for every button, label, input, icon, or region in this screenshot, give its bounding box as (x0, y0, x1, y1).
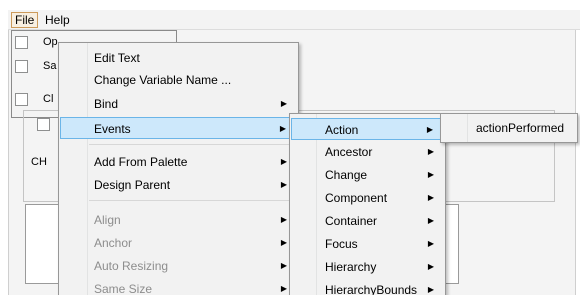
menu-item-ancestor[interactable]: Ancestor ▶ (291, 141, 444, 163)
submenu-arrow-icon: ▶ (279, 124, 286, 133)
menu-item-label: Change (325, 168, 368, 182)
menu-item-container[interactable]: Container ▶ (291, 210, 444, 232)
menu-item-edit-text[interactable]: Edit Text (60, 47, 297, 69)
menu-item-label: Component (325, 191, 388, 205)
menu-item-label: Anchor (94, 236, 133, 250)
submenu-arrow-icon: ▶ (427, 193, 434, 202)
submenu-arrow-icon: ▶ (427, 170, 434, 179)
menu-item-label: Auto Resizing (94, 259, 169, 273)
menu-item-label: Design Parent (94, 178, 171, 192)
events-submenu: Action ▶ Ancestor ▶ Change ▶ Component ▶… (289, 113, 446, 295)
menu-item-align[interactable]: Align ▶ (60, 209, 297, 231)
menu-item-hierarchybounds[interactable]: HierarchyBounds ▶ (291, 279, 444, 295)
menu-item-label: Hierarchy (325, 260, 377, 274)
submenu-arrow-icon: ▶ (427, 147, 434, 156)
menu-separator (89, 144, 296, 145)
menu-item-label: HierarchyBounds (325, 283, 418, 295)
menu-item-hierarchy[interactable]: Hierarchy ▶ (291, 256, 444, 278)
menu-item-actionperformed[interactable]: actionPerformed (442, 117, 576, 139)
menu-item-label: Edit Text (94, 51, 140, 65)
submenu-arrow-icon: ▶ (427, 262, 434, 271)
menu-separator (89, 200, 296, 201)
menu-item-label: Same Size (94, 282, 153, 295)
menu-item-design-parent[interactable]: Design Parent ▶ (60, 174, 297, 196)
menu-item-same-size[interactable]: Same Size ▶ (60, 278, 297, 295)
submenu-arrow-icon: ▶ (426, 125, 433, 134)
submenu-arrow-icon: ▶ (280, 99, 287, 108)
menu-item-label: Focus (325, 237, 358, 251)
submenu-arrow-icon: ▶ (280, 215, 287, 224)
submenu-arrow-icon: ▶ (427, 239, 434, 248)
open-checkbox[interactable] (15, 36, 28, 49)
submenu-arrow-icon: ▶ (427, 216, 434, 225)
menu-item-label: Add From Palette (94, 155, 188, 169)
menu-item-label: Change Variable Name ... (94, 73, 232, 87)
action-submenu: actionPerformed (440, 113, 578, 143)
ide-window: File Help Op Sa Cl CH Edit Text Change V… (0, 0, 580, 295)
ch-label: CH (31, 156, 47, 168)
submenu-arrow-icon: ▶ (280, 238, 287, 247)
submenu-arrow-icon: ▶ (280, 284, 287, 293)
menu-item-anchor[interactable]: Anchor ▶ (60, 232, 297, 254)
menu-item-label: Events (94, 122, 131, 136)
menu-item-action[interactable]: Action ▶ (291, 118, 444, 140)
save-label: Sa (43, 60, 57, 72)
submenu-arrow-icon: ▶ (280, 261, 287, 270)
menu-item-auto-resizing[interactable]: Auto Resizing ▶ (60, 255, 297, 277)
menu-item-add-from-palette[interactable]: Add From Palette ▶ (60, 151, 297, 173)
context-menu: Edit Text Change Variable Name ... Bind … (58, 42, 299, 295)
menu-item-label: Action (325, 123, 359, 137)
submenu-arrow-icon: ▶ (427, 285, 434, 294)
save-checkbox[interactable] (15, 60, 28, 73)
menu-item-focus[interactable]: Focus ▶ (291, 233, 444, 255)
menu-item-events[interactable]: Events ▶ (60, 117, 297, 139)
submenu-arrow-icon: ▶ (280, 180, 287, 189)
file-menu[interactable]: File (11, 12, 39, 28)
menu-item-change-variable-name[interactable]: Change Variable Name ... (60, 69, 297, 91)
menu-item-label: Container (325, 214, 378, 228)
menu-item-label: Ancestor (325, 145, 373, 159)
menu-item-change[interactable]: Change ▶ (291, 164, 444, 186)
help-menu[interactable]: Help (41, 12, 74, 28)
menu-item-label: Align (94, 213, 121, 227)
close-label: Cl (43, 93, 54, 105)
group-checkbox[interactable] (37, 118, 50, 131)
menu-item-label: actionPerformed (476, 121, 565, 135)
submenu-arrow-icon: ▶ (280, 157, 287, 166)
menu-item-component[interactable]: Component ▶ (291, 187, 444, 209)
menu-item-bind[interactable]: Bind ▶ (60, 93, 297, 115)
open-label: Op (43, 36, 58, 48)
menu-item-label: Bind (94, 97, 119, 111)
menu-bar: File Help (8, 10, 580, 30)
close-checkbox[interactable] (15, 93, 28, 106)
